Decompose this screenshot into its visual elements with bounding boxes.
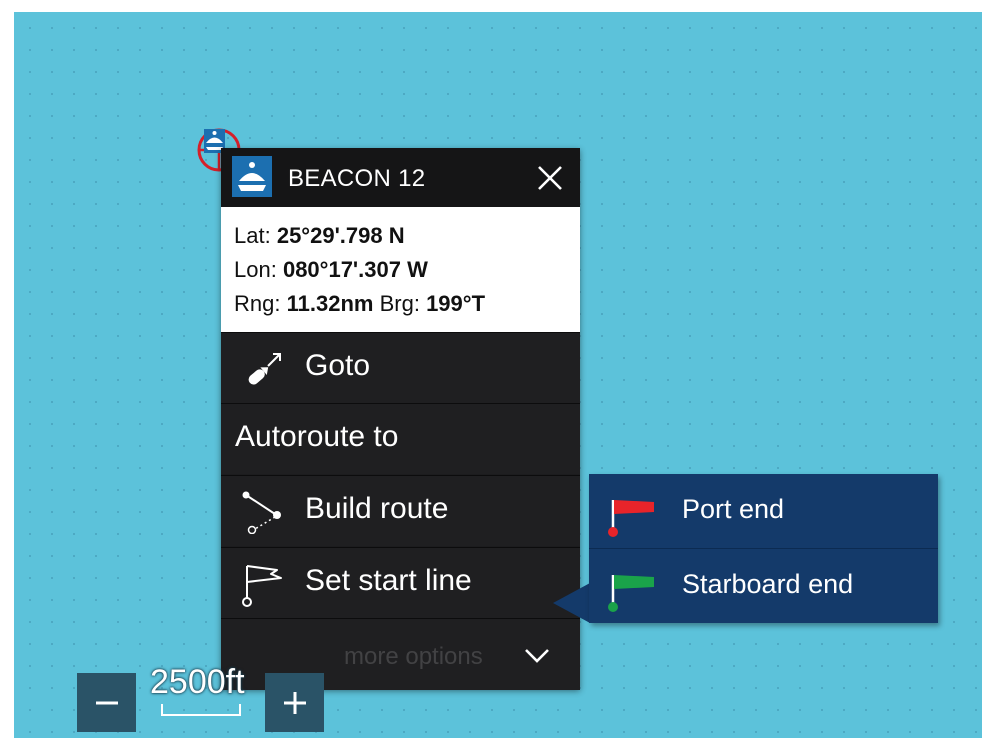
buoy-icon [232,156,272,197]
waypoint-context-menu: BEACON 12 Lat: 25°29'.798 N Lon: 080°17'… [221,148,580,690]
longitude-value: 080°17'.307 W [282,257,428,282]
range-label: Rng: [234,291,281,316]
range-bearing-line: Rng: 11.32nm Brg: 199°T [234,291,485,317]
goto-menu-item[interactable]: Goto [221,332,580,403]
scale-label: 2500ft [150,663,245,701]
starboard-end-option[interactable]: Starboard end [589,549,938,623]
build-route-label: Build route [305,492,449,525]
goto-arrow-icon [241,347,285,391]
submenu-pointer [553,583,590,623]
position-info: Lat: 25°29'.798 N Lon: 080°17'.307 W Rng… [221,207,580,332]
starboard-end-label: Starboard end [682,569,854,599]
close-icon[interactable] [531,160,569,196]
zoom-out-button[interactable] [77,673,136,732]
scale-bar [161,704,241,716]
zoom-in-button[interactable] [265,673,324,732]
set-start-line-label: Set start line [305,564,472,597]
bearing-label: Brg: [379,291,420,316]
latitude-line: Lat: 25°29'.798 N [234,223,405,249]
bearing-value: 199°T [426,291,486,316]
chevron-down-icon [521,641,553,669]
minus-icon [95,701,118,704]
port-flag-icon [604,486,662,540]
latitude-value: 25°29'.798 N [276,223,405,248]
latitude-label: Lat: [234,223,271,248]
goto-label: Goto [305,349,371,382]
range-value: 11.32nm [286,291,374,316]
more-options-label: more options [344,643,483,670]
build-route-menu-item[interactable]: Build route [221,475,580,546]
starboard-flag-icon [604,561,662,615]
start-line-submenu: Port end Starboard end [589,474,938,623]
route-icon [241,490,285,535]
port-end-label: Port end [682,494,785,524]
popup-title: BEACON 12 [288,165,426,192]
plus-icon [283,691,306,714]
port-end-option[interactable]: Port end [589,474,938,548]
autoroute-label: Autoroute to [235,420,399,453]
flag-icon [241,562,285,607]
autoroute-menu-item[interactable]: Autoroute to [221,403,580,474]
set-start-line-menu-item[interactable]: Set start line [221,547,580,618]
popup-header: BEACON 12 [221,148,580,207]
longitude-label: Lon: [234,257,277,282]
longitude-line: Lon: 080°17'.307 W [234,257,428,283]
